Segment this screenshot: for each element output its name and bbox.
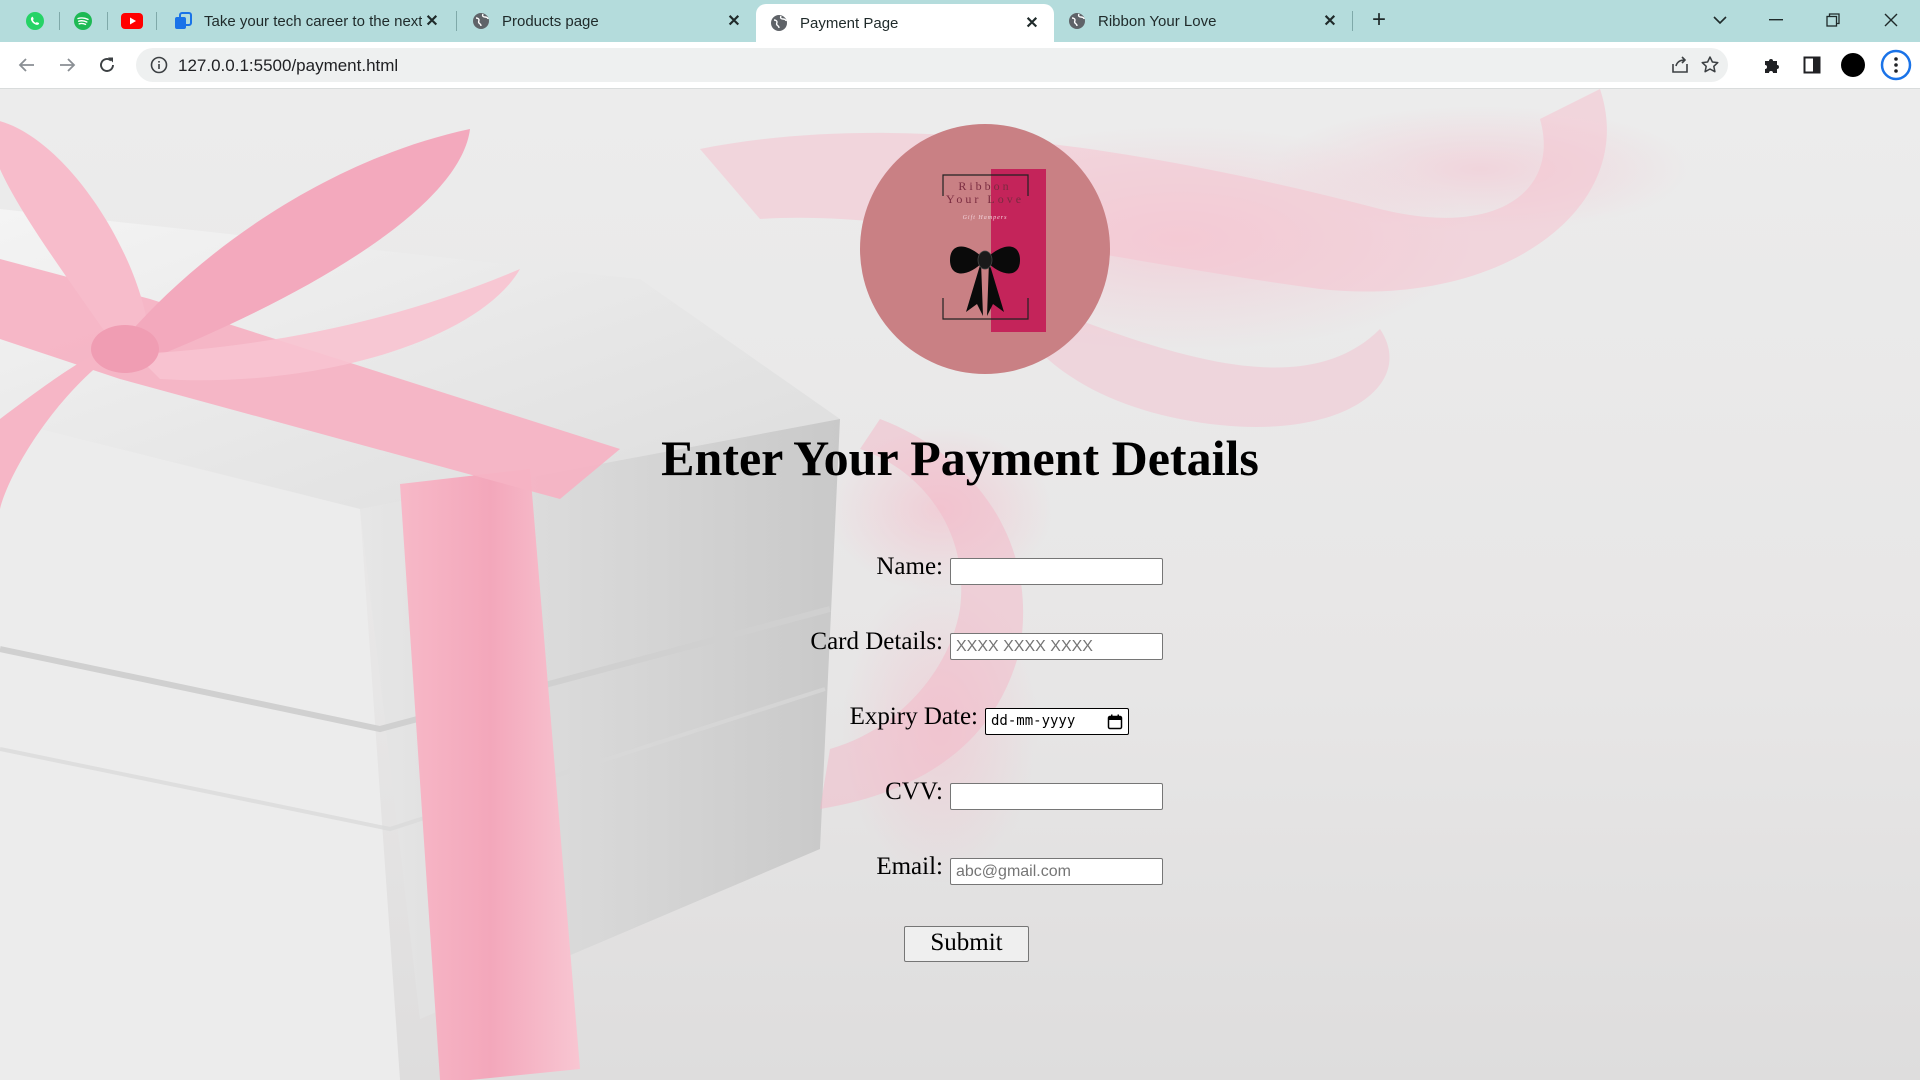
minimize-icon <box>1769 19 1783 21</box>
tab-title: Products page <box>502 12 599 30</box>
forward-button[interactable] <box>52 50 82 80</box>
extensions-button[interactable] <box>1760 53 1784 77</box>
tab-products-page[interactable]: Products page ✕ <box>458 0 756 42</box>
side-panel-button[interactable] <box>1800 53 1824 77</box>
arrow-right-icon <box>60 58 76 72</box>
back-button[interactable] <box>12 50 42 80</box>
calendar-icon[interactable] <box>1107 714 1123 730</box>
submit-button[interactable]: Submit <box>904 926 1029 962</box>
name-label: Name: <box>876 553 943 580</box>
close-icon[interactable]: ✕ <box>422 11 442 31</box>
new-tab-button[interactable]: + <box>1366 8 1392 33</box>
page-content: Ribbon Your Love Gift Hampers Enter Your… <box>0 89 1920 1080</box>
share-icon[interactable] <box>1670 55 1690 75</box>
tab-separator <box>456 11 457 31</box>
tab-payment-page[interactable]: Payment Page ✕ <box>756 4 1054 42</box>
close-icon[interactable]: ✕ <box>724 11 744 31</box>
chevron-down-icon <box>1713 16 1727 25</box>
youtube-icon <box>121 13 143 29</box>
tab-search-button[interactable] <box>1700 6 1740 34</box>
tab-title: Take your tech career to the next <box>204 12 422 30</box>
expiry-date-placeholder: dd-mm-yyyy <box>991 713 1076 729</box>
skillup-icon <box>175 12 192 29</box>
logo-brand-line-2: Your Love <box>946 192 1024 206</box>
tab-title: Payment Page <box>800 14 899 32</box>
close-icon[interactable]: ✕ <box>1320 11 1340 31</box>
whatsapp-icon <box>26 12 44 30</box>
globe-icon <box>473 13 489 29</box>
tab-title: Ribbon Your Love <box>1098 12 1217 30</box>
pinned-tab-spotify[interactable] <box>63 5 103 37</box>
reload-icon <box>100 57 114 72</box>
pinned-tab-youtube[interactable] <box>112 5 152 37</box>
brand-logo: Ribbon Your Love Gift Hampers <box>860 124 1110 374</box>
spotify-icon <box>74 12 92 30</box>
logo-brand-line-1: Ribbon <box>958 179 1011 193</box>
avatar <box>1841 53 1865 77</box>
tab-ribbon-your-love[interactable]: Ribbon Your Love ✕ <box>1054 0 1352 42</box>
email-input[interactable]: abc@gmail.com <box>950 858 1163 885</box>
globe-icon <box>1069 13 1085 29</box>
url-text[interactable]: 127.0.0.1:5500/payment.html <box>178 56 398 76</box>
cvv-label: CVV: <box>885 778 943 805</box>
minimize-button[interactable] <box>1756 6 1796 34</box>
email-label: Email: <box>876 853 943 880</box>
browser-toolbar: 127.0.0.1:5500/payment.html <box>0 42 1920 89</box>
tab-separator <box>156 12 157 30</box>
puzzle-icon <box>1765 59 1779 73</box>
globe-icon <box>771 15 787 31</box>
close-icon[interactable]: ✕ <box>1022 13 1042 33</box>
profile-button[interactable] <box>1841 53 1865 77</box>
more-vert-icon <box>1880 49 1912 81</box>
pinned-tab-whatsapp[interactable] <box>15 5 55 37</box>
tab-separator <box>1352 11 1353 31</box>
tab-separator <box>107 12 108 30</box>
page-title: Enter Your Payment Details <box>661 430 1259 486</box>
expiry-date-label: Expiry Date: <box>849 703 978 730</box>
info-icon[interactable] <box>150 56 168 74</box>
chrome-menu-button[interactable] <box>1880 49 1912 81</box>
arrow-left-icon <box>18 58 34 72</box>
reload-button[interactable] <box>92 50 122 80</box>
name-input[interactable] <box>950 558 1163 585</box>
close-icon <box>1884 13 1898 27</box>
bookmark-star-icon[interactable] <box>1700 55 1720 75</box>
card-details-label: Card Details: <box>810 628 943 655</box>
card-details-input[interactable]: XXXX XXXX XXXX <box>950 633 1163 660</box>
restore-button[interactable] <box>1813 6 1853 34</box>
address-bar[interactable]: 127.0.0.1:5500/payment.html <box>136 48 1728 82</box>
logo-tagline: Gift Hampers <box>963 214 1008 221</box>
close-window-button[interactable] <box>1871 6 1911 34</box>
tab-bar: Take your tech career to the next ✕ Prod… <box>0 0 1920 42</box>
side-panel-icon <box>1803 56 1821 74</box>
tab-tech-career[interactable]: Take your tech career to the next ✕ <box>160 0 454 42</box>
tab-separator <box>59 12 60 30</box>
restore-icon <box>1826 13 1840 27</box>
expiry-date-input[interactable]: dd-mm-yyyy <box>985 708 1129 735</box>
cvv-input[interactable] <box>950 783 1163 810</box>
